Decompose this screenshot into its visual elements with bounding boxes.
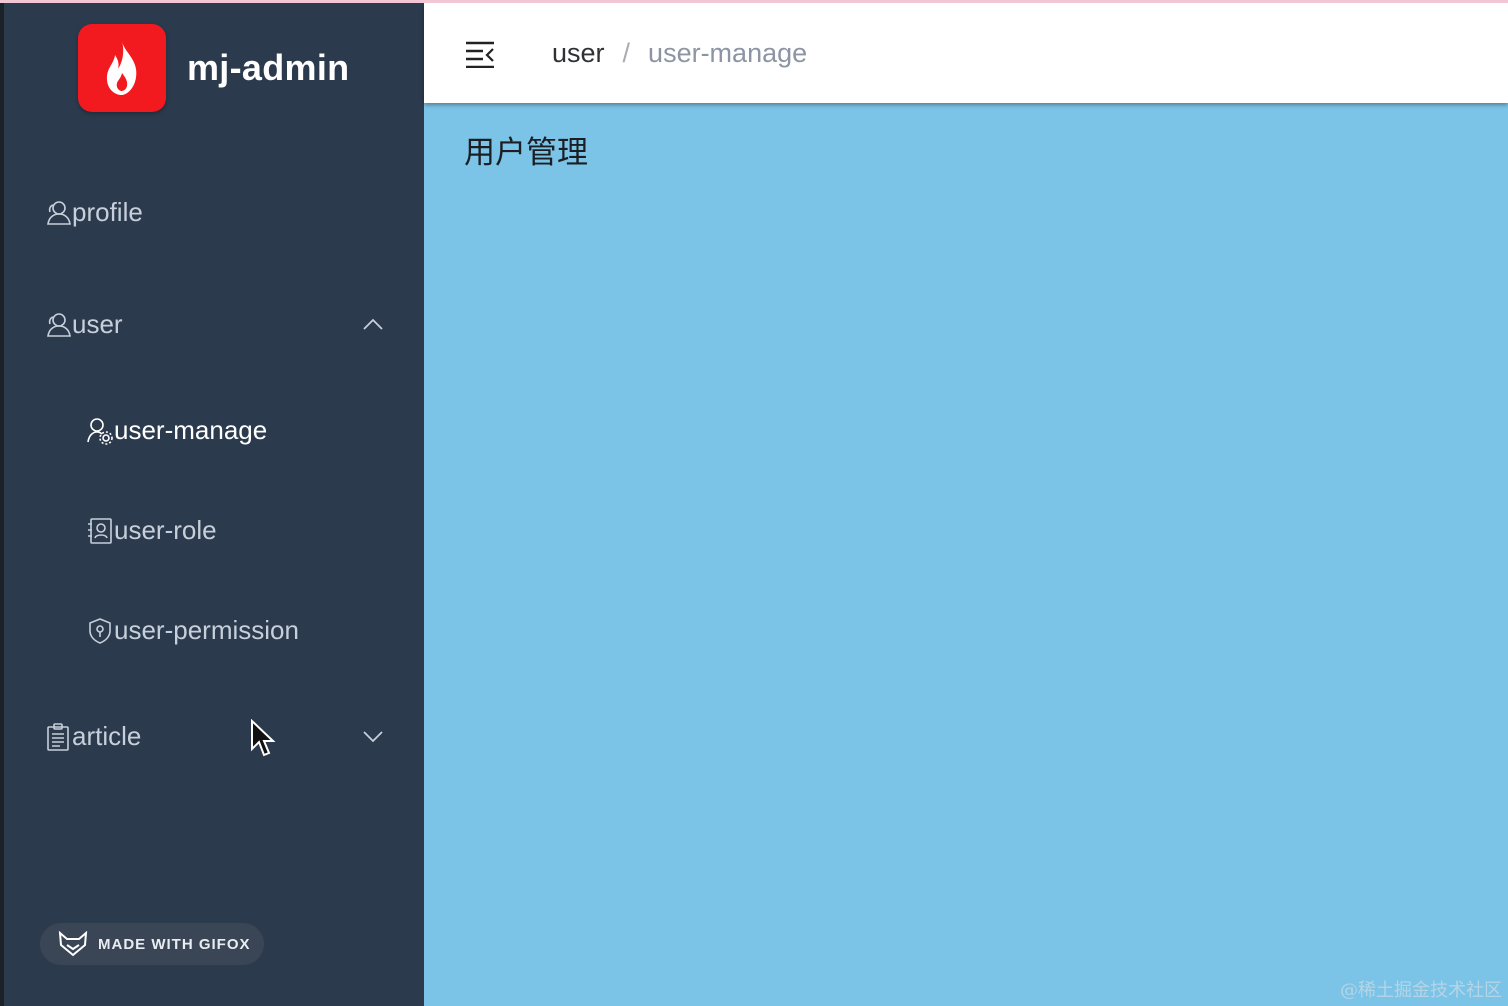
chevron-up-icon[interactable] — [362, 317, 384, 331]
top-accent-line — [0, 0, 1508, 3]
user-gear-icon — [86, 417, 114, 445]
window-edge — [0, 0, 4, 1006]
breadcrumb-separator: / — [622, 38, 631, 68]
sidebar-item-label: user-manage — [114, 415, 268, 445]
sidebar-item-user[interactable]: user — [44, 309, 123, 340]
user-icon — [44, 311, 72, 339]
sidebar-item-label: profile — [72, 197, 143, 227]
page-title: 用户管理 — [464, 135, 588, 171]
watermark: @稀土掘金技术社区 — [1340, 980, 1502, 1001]
gifox-label: MADE WITH GIFOX — [98, 935, 251, 953]
sidebar-item-label: user-role — [114, 515, 217, 545]
sidebar-item-profile[interactable]: profile — [44, 197, 143, 228]
fox-icon — [58, 931, 88, 957]
flame-logo-icon — [78, 24, 166, 112]
breadcrumb-item-current: user-manage — [648, 38, 808, 68]
brand[interactable]: mj-admin — [78, 24, 349, 112]
sidebar-item-user-permission[interactable]: user-permission — [86, 615, 299, 646]
mouse-cursor-icon — [251, 719, 276, 757]
user-icon — [44, 199, 72, 227]
sidebar-item-label: user — [72, 309, 123, 339]
sidebar-item-user-role[interactable]: user-role — [86, 515, 217, 546]
sidebar-item-label: article — [72, 721, 142, 751]
chevron-down-icon[interactable] — [362, 729, 384, 743]
brand-name: mj-admin — [187, 47, 350, 88]
top-bar: user / user-manage — [424, 3, 1508, 103]
clipboard-icon — [44, 722, 72, 751]
sidebar-item-user-manage[interactable]: user-manage — [86, 415, 267, 446]
menu-collapse-icon[interactable] — [465, 40, 495, 68]
sidebar: mj-admin profile user user-manage user-r… — [4, 3, 424, 1006]
contact-card-icon — [86, 517, 114, 545]
sidebar-item-label: user-permission — [114, 615, 299, 645]
breadcrumb: user / user-manage — [552, 38, 807, 69]
sidebar-item-article[interactable]: article — [44, 721, 141, 752]
breadcrumb-item[interactable]: user — [552, 38, 605, 69]
shield-icon — [86, 617, 114, 645]
gifox-badge: MADE WITH GIFOX — [40, 923, 264, 965]
